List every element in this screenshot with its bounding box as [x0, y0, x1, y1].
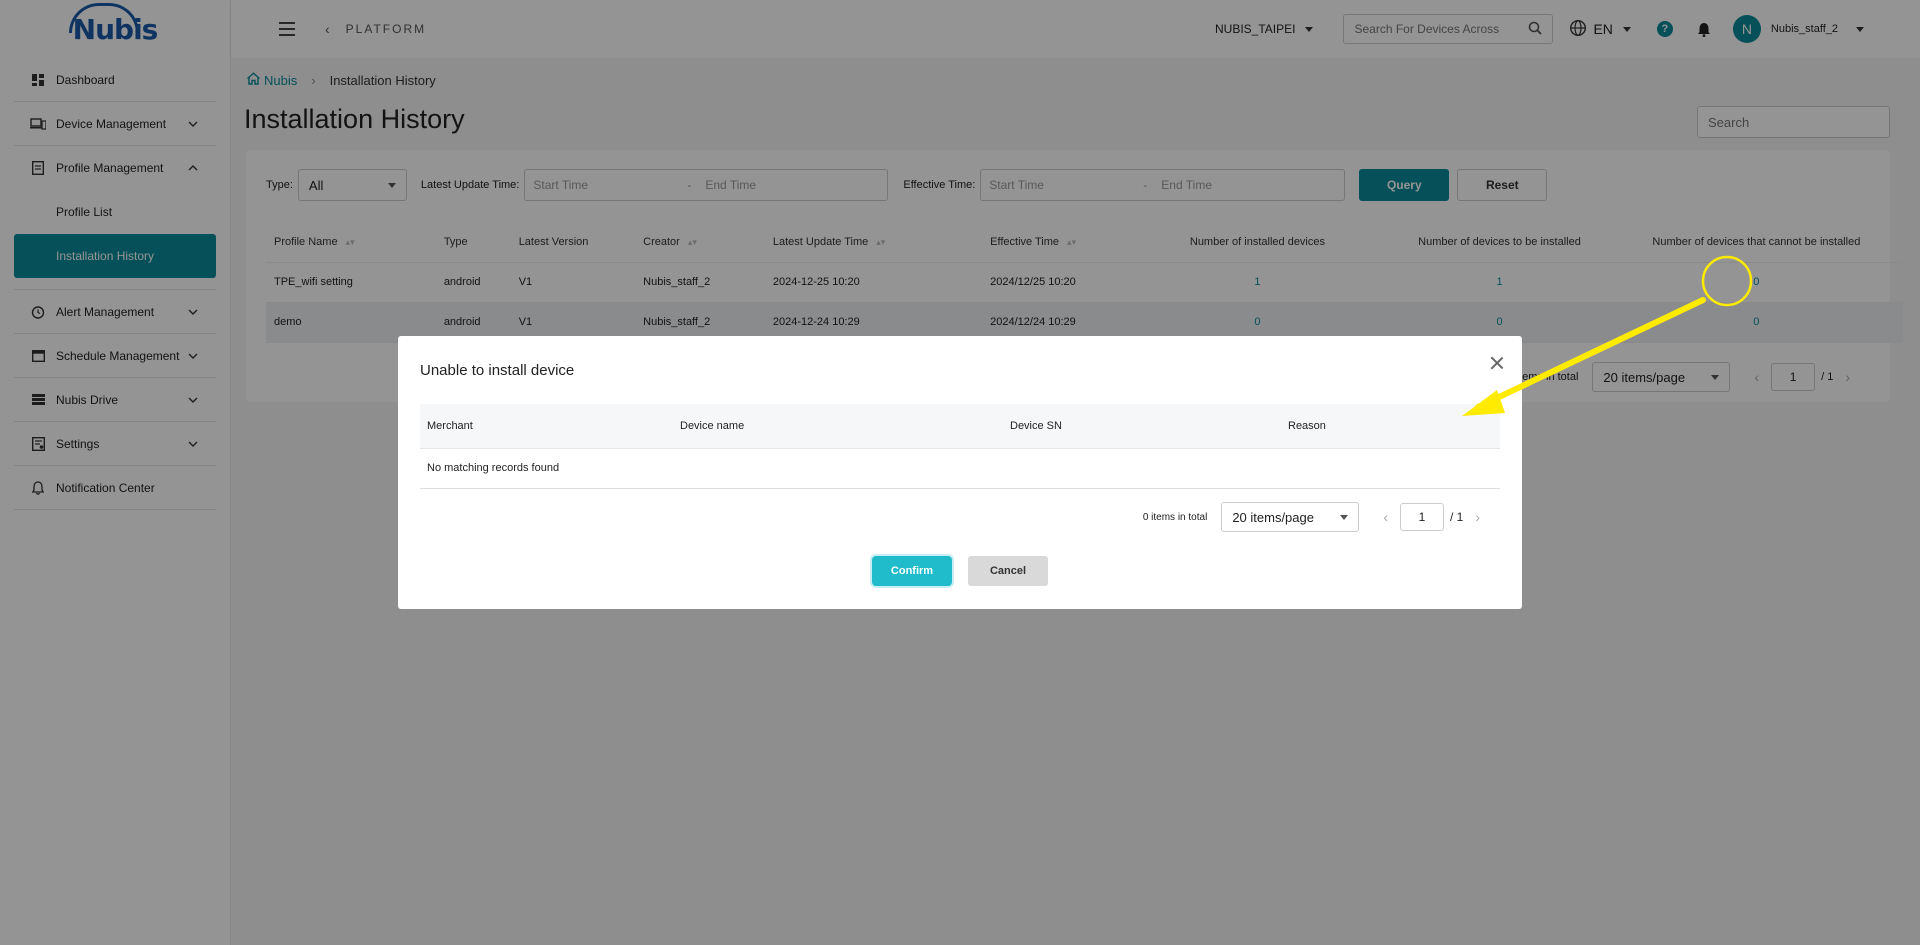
cancel-button[interactable]: Cancel: [968, 556, 1048, 586]
failed-devices-table: Merchant Device name Device SN Reason No…: [420, 404, 1500, 489]
prev-page-icon[interactable]: ‹: [1383, 509, 1388, 525]
table-row: No matching records found: [420, 448, 1500, 489]
column-header: Merchant: [420, 404, 673, 449]
empty-message: No matching records found: [420, 448, 1500, 489]
caret-down-icon: [1340, 514, 1349, 520]
column-header: Device name: [673, 404, 1003, 449]
page-number-input[interactable]: 1: [1399, 503, 1444, 531]
next-page-icon[interactable]: ›: [1475, 509, 1480, 525]
confirm-button[interactable]: Confirm: [872, 556, 952, 586]
column-header: Device SN: [1003, 404, 1281, 449]
column-header: Reason: [1281, 404, 1500, 449]
dialog-title: Unable to install device: [420, 362, 575, 379]
table-header-row: Merchant Device name Device SN Reason: [420, 404, 1500, 449]
unable-to-install-dialog: Unable to install device Merchant Device…: [398, 336, 1522, 609]
close-icon[interactable]: [1490, 356, 1504, 370]
page-size-select[interactable]: 20 items/page: [1221, 502, 1360, 532]
page-size-value: 20 items/page: [1232, 509, 1314, 525]
dialog-pagination: 0 items in total 20 items/page ‹ 1 / 1 ›: [1143, 502, 1492, 532]
dialog-actions: Confirm Cancel: [398, 556, 1522, 586]
total-pages: / 1: [1449, 510, 1464, 524]
total-count: 0 items in total: [1142, 511, 1208, 523]
